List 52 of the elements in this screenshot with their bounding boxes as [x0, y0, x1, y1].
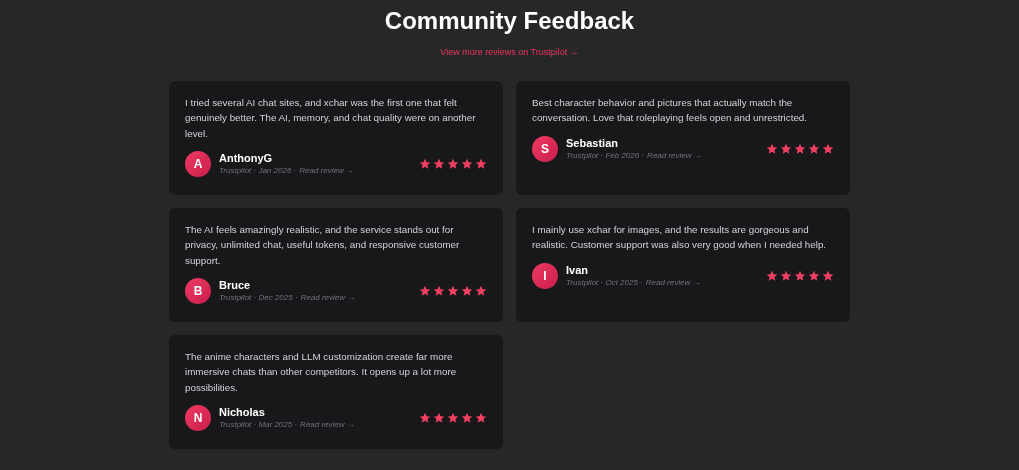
- star-icon: [419, 157, 431, 170]
- star-icon: [822, 269, 834, 282]
- star-icon: [447, 284, 459, 297]
- trustpilot-link[interactable]: View more reviews on Trustpilot →: [440, 47, 579, 57]
- star-icon: [475, 411, 487, 424]
- star-icon: [461, 284, 473, 297]
- review-text: I tried several AI chat sites, and xchar was the first one that felt genuinely better. The AI, memory, and chat quality were on another level.: [185, 96, 477, 141]
- read-review-link[interactable]: Read review →: [645, 276, 701, 288]
- star-icon: [794, 142, 806, 155]
- review-meta: Trustpilot · Dec 2025 ·: [219, 291, 298, 303]
- review-text: I mainly use xchar for images, and the results are gorgeous and realistic. Customer support was also very good when I needed help.: [532, 223, 828, 253]
- star-icon: [419, 411, 431, 424]
- reviewer-name: Sebastian: [566, 136, 619, 150]
- avatar: I: [532, 262, 558, 289]
- read-review-link[interactable]: Read review →: [647, 149, 702, 161]
- review-meta: Trustpilot · Feb 2026 ·: [566, 149, 645, 161]
- section-title: Community Feedback: [384, 7, 635, 35]
- star-icon: [461, 157, 473, 170]
- star-icon: [461, 411, 473, 424]
- avatar: N: [185, 404, 211, 431]
- star-icon: [766, 142, 778, 155]
- star-icon: [433, 157, 445, 170]
- reviewer-name: Ivan: [566, 263, 589, 277]
- review-meta: Trustpilot · Oct 2025 ·: [566, 276, 643, 288]
- star-icon: [766, 269, 778, 282]
- avatar: S: [532, 135, 558, 162]
- reviewer-name: Nicholas: [219, 405, 266, 419]
- star-icon: [822, 142, 834, 155]
- star-icon: [475, 157, 487, 170]
- reviewer-name: Bruce: [219, 278, 252, 292]
- read-review-link[interactable]: Read review →: [299, 164, 354, 176]
- avatar: A: [185, 150, 211, 177]
- avatar: B: [185, 277, 211, 304]
- star-icon: [419, 284, 431, 297]
- star-icon: [794, 269, 806, 282]
- star-icon: [447, 157, 459, 170]
- review-text: The anime characters and LLM customization create far more immersive chats than other competitors. It opens up a lot more possibilities.: [185, 350, 458, 395]
- star-icon: [808, 269, 820, 282]
- review-text: The AI feels amazingly realistic, and the service stands out for privacy, unlimited chat, useful tokens, and responsive customer support.: [185, 223, 461, 268]
- reviewer-name: AnthonyG: [219, 151, 274, 165]
- review-meta: Trustpilot · Jan 2026 ·: [219, 164, 297, 176]
- star-icon: [433, 284, 445, 297]
- read-review-link[interactable]: Read review →: [300, 291, 356, 303]
- star-icon: [780, 269, 792, 282]
- star-icon: [475, 284, 487, 297]
- star-icon: [447, 411, 459, 424]
- star-icon: [808, 142, 820, 155]
- review-meta: Trustpilot · Mar 2025 ·: [219, 418, 298, 430]
- star-icon: [433, 411, 445, 424]
- review-text: Best character behavior and pictures that actually match the conversation. Love that roleplaying feels open and unrestricted.: [532, 96, 809, 126]
- read-review-link[interactable]: Read review →: [300, 418, 355, 430]
- star-icon: [780, 142, 792, 155]
